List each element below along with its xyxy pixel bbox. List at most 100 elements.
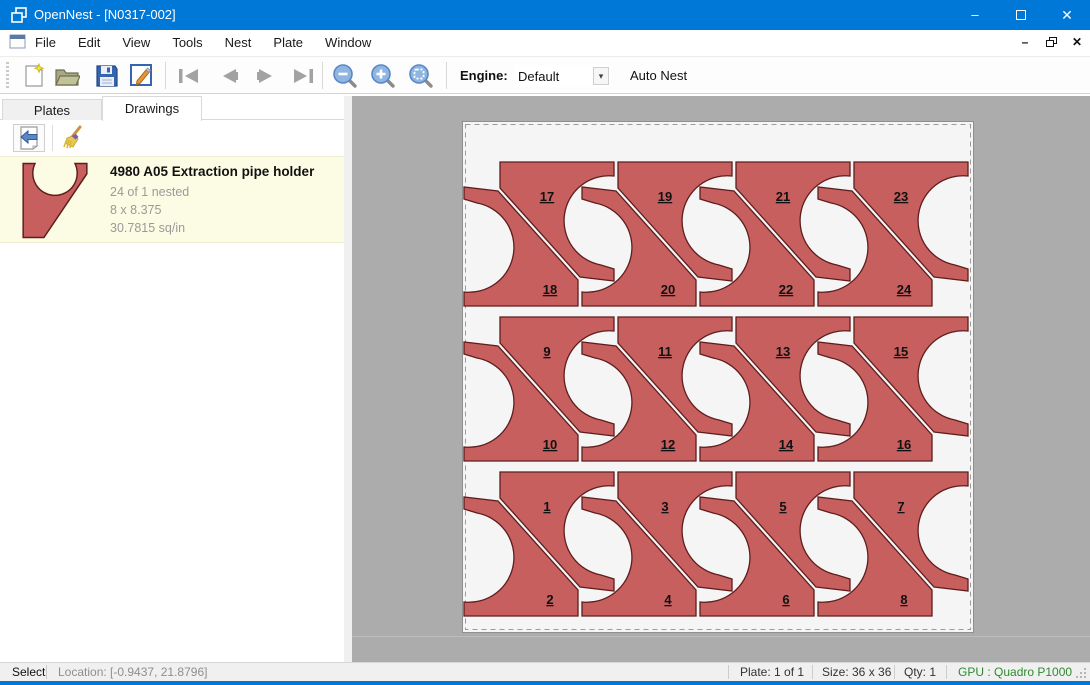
clear-drawings-button[interactable] — [56, 124, 88, 152]
left-panel: Plates Drawings — [0, 96, 344, 662]
zoom-in-icon — [370, 63, 396, 89]
status-size: Size: 36 x 36 — [822, 663, 891, 682]
plate-sheet[interactable]: 171819202122232491011121314151612345678 — [462, 121, 974, 633]
save-icon — [95, 64, 119, 88]
opennest-window: OpenNest - [N0317-002] – ✕ File Edit Vie… — [0, 0, 1090, 685]
drawing-list-item[interactable]: 4980 A05 Extraction pipe holder 24 of 1 … — [0, 156, 344, 243]
toolbar-grip[interactable] — [6, 62, 9, 90]
next-plate-button[interactable] — [251, 61, 281, 91]
title-bar: OpenNest - [N0317-002] – ✕ — [0, 0, 1090, 30]
panel-toolbar-separator — [52, 125, 53, 151]
zoom-fit-button[interactable] — [406, 61, 436, 91]
part-number-label: 4 — [664, 592, 672, 607]
menu-view[interactable]: View — [111, 30, 161, 56]
import-drawing-icon — [18, 126, 40, 150]
part-number-label: 22 — [779, 282, 793, 297]
drawing-area: 30.7815 sq/in — [110, 221, 185, 235]
import-drawing-button[interactable] — [13, 124, 45, 152]
auto-nest-button[interactable]: Auto Nest — [624, 57, 693, 95]
mdi-close-button[interactable]: ✕ — [1068, 33, 1086, 51]
menu-tools[interactable]: Tools — [161, 30, 213, 56]
part-number-label: 9 — [543, 344, 550, 359]
tab-plates[interactable]: Plates — [2, 99, 102, 120]
open-button[interactable] — [52, 61, 82, 91]
window-title: OpenNest - [N0317-002] — [34, 0, 176, 30]
toolbar-separator — [446, 62, 447, 89]
nav-previous-icon — [218, 67, 240, 85]
panel-splitter[interactable] — [344, 96, 352, 662]
part-number-label: 16 — [897, 437, 911, 452]
window-bottom-border — [0, 681, 1090, 685]
status-separator — [728, 665, 729, 679]
zoom-out-icon — [332, 63, 358, 89]
window-minimize-button[interactable]: – — [952, 0, 998, 30]
part-number-label: 24 — [897, 282, 912, 297]
nest-canvas[interactable]: 171819202122232491011121314151612345678 — [352, 96, 1090, 662]
maximize-icon — [1016, 10, 1026, 20]
nav-next-icon — [255, 67, 277, 85]
broom-icon — [60, 125, 84, 151]
tab-drawings[interactable]: Drawings — [102, 96, 202, 121]
chevron-down-icon[interactable]: ▾ — [593, 67, 609, 85]
new-file-button[interactable] — [19, 61, 49, 91]
status-separator — [46, 665, 47, 679]
menu-file[interactable]: File — [24, 30, 67, 56]
app-icon — [10, 6, 28, 24]
status-qty: Qty: 1 — [904, 663, 936, 682]
zoom-out-button[interactable] — [330, 61, 360, 91]
main-toolbar: Engine: Default ▾ Auto Nest — [0, 56, 1090, 94]
previous-plate-button[interactable] — [214, 61, 244, 91]
save-edit-icon — [129, 63, 155, 89]
resize-grip-icon[interactable] — [1076, 668, 1087, 679]
part-number-label: 15 — [894, 344, 908, 359]
part-number-label: 13 — [776, 344, 790, 359]
part-number-label: 21 — [776, 189, 790, 204]
status-mode: Select — [12, 663, 45, 682]
menu-edit[interactable]: Edit — [67, 30, 111, 56]
panel-tabstrip: Plates Drawings — [0, 96, 344, 120]
engine-label: Engine: — [460, 57, 508, 95]
toolbar-separator — [165, 62, 166, 89]
toolbar-separator — [322, 62, 323, 89]
drawings-toolbar — [0, 121, 344, 155]
drawing-dimensions: 8 x 8.375 — [110, 203, 161, 217]
drawing-title: 4980 A05 Extraction pipe holder — [110, 164, 314, 179]
status-gpu: GPU : Quadro P1000 — [958, 663, 1072, 682]
zoom-fit-icon — [408, 63, 434, 89]
open-folder-icon — [54, 64, 80, 88]
status-separator — [946, 665, 947, 679]
part-number-label: 19 — [658, 189, 672, 204]
save-as-button[interactable] — [127, 61, 157, 91]
mdi-restore-button[interactable] — [1042, 33, 1060, 51]
window-maximize-button[interactable] — [998, 0, 1044, 30]
mdi-minimize-button[interactable]: – — [1016, 33, 1034, 51]
zoom-in-button[interactable] — [368, 61, 398, 91]
engine-value: Default — [514, 69, 593, 84]
part-number-label: 20 — [661, 282, 675, 297]
part-number-label: 2 — [546, 592, 553, 607]
part-number-label: 3 — [661, 499, 668, 514]
nav-last-icon — [291, 67, 315, 85]
drawing-nested-count: 24 of 1 nested — [110, 185, 189, 199]
menu-plate[interactable]: Plate — [262, 30, 314, 56]
restore-icon — [1046, 37, 1057, 47]
new-file-icon — [22, 63, 46, 89]
last-plate-button[interactable] — [288, 61, 318, 91]
menu-nest[interactable]: Nest — [214, 30, 263, 56]
first-plate-button[interactable] — [174, 61, 204, 91]
status-location: Location: [-0.9437, 21.8796] — [58, 663, 207, 682]
nav-first-icon — [177, 67, 201, 85]
save-button[interactable] — [92, 61, 122, 91]
menu-window[interactable]: Window — [314, 30, 382, 56]
part-number-label: 18 — [543, 282, 557, 297]
part-number-label: 14 — [779, 437, 794, 452]
part-number-label: 5 — [779, 499, 786, 514]
menu-bar: File Edit View Tools Nest Plate Window –… — [0, 30, 1090, 56]
status-separator — [812, 665, 813, 679]
window-close-button[interactable]: ✕ — [1044, 0, 1090, 30]
engine-select[interactable]: Default ▾ — [514, 65, 610, 87]
part-number-label: 7 — [897, 499, 904, 514]
part-number-label: 11 — [658, 344, 672, 359]
status-plate: Plate: 1 of 1 — [740, 663, 804, 682]
canvas-edge-line — [352, 636, 1090, 637]
